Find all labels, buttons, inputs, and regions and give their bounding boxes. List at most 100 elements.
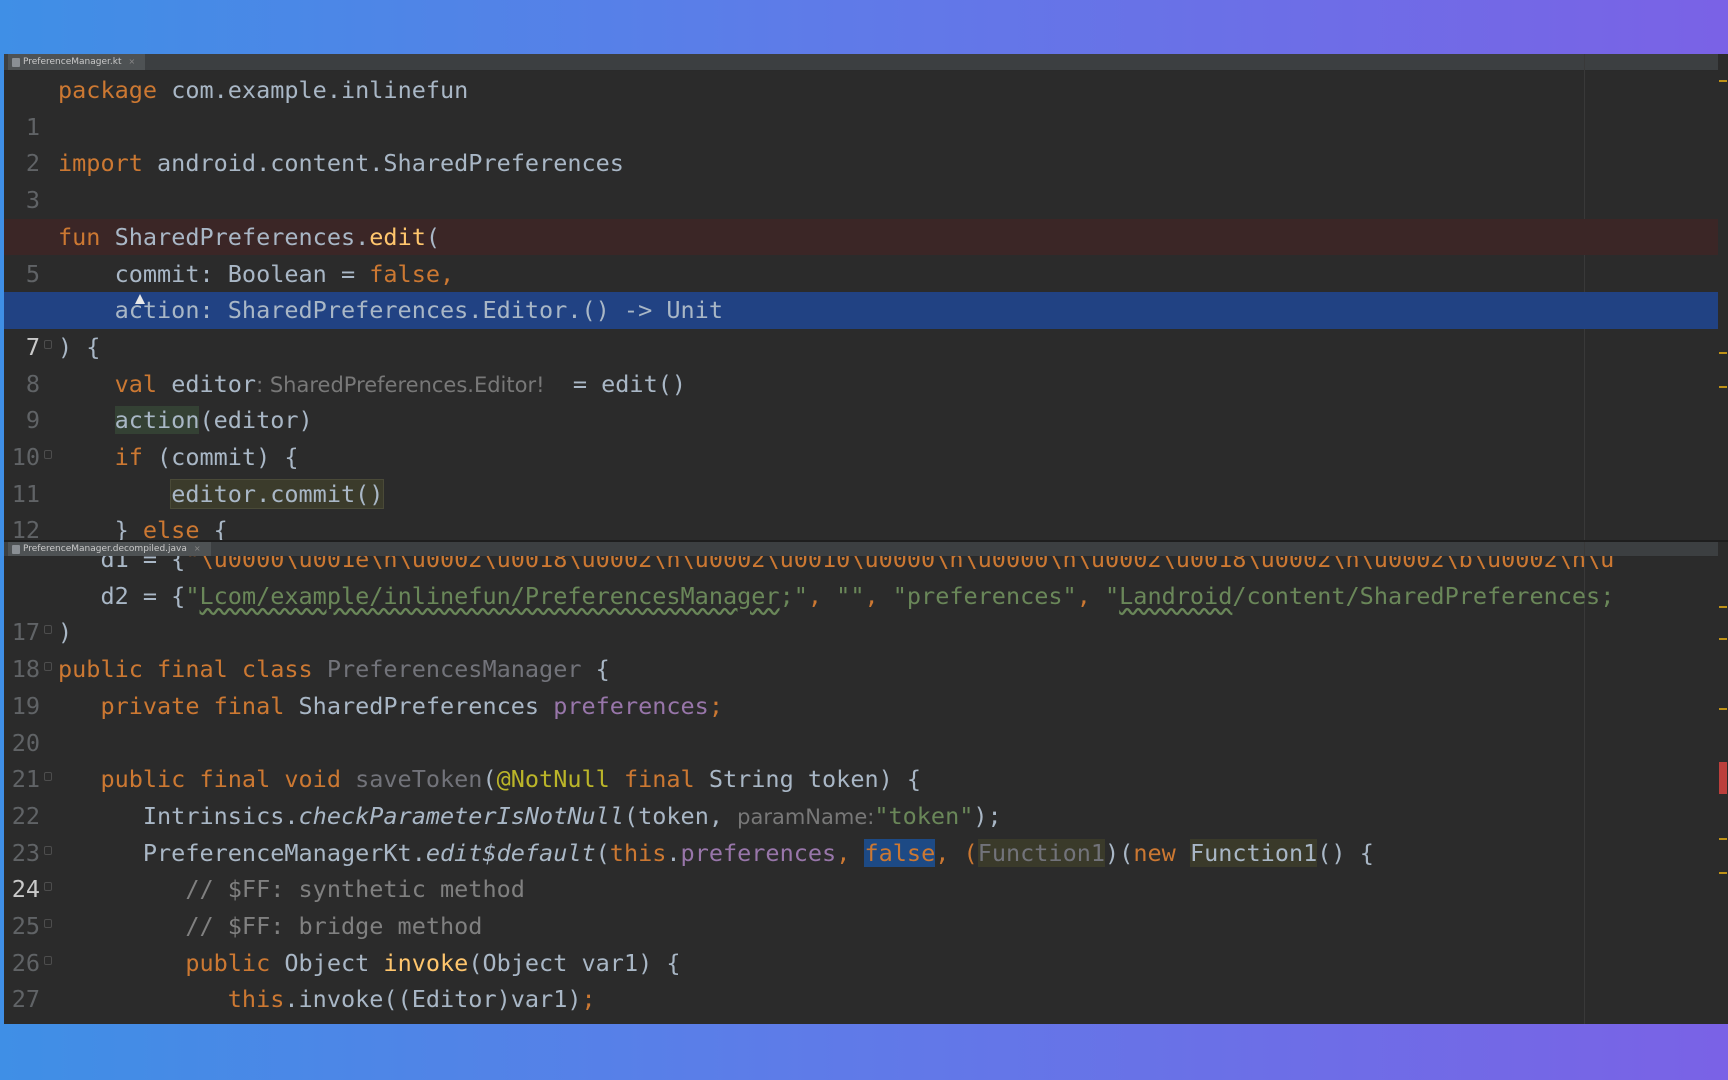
code-text: action(editor): [58, 402, 313, 439]
code-line: 20 private final SharedPreferences prefe…: [4, 688, 1728, 757]
error-stripe[interactable]: [1718, 542, 1728, 1024]
fold-icon[interactable]: [44, 625, 52, 635]
code-text: ) {: [58, 329, 100, 366]
warning-marker[interactable]: [1719, 606, 1727, 608]
warning-marker[interactable]: [1719, 708, 1727, 710]
fold-icon[interactable]: [44, 919, 52, 928]
tab-preference-manager-kt[interactable]: PreferenceManager.kt ×: [8, 54, 146, 70]
code-token: Object: [270, 948, 384, 977]
tab-label: PreferenceManager.kt: [23, 57, 122, 67]
fold-icon[interactable]: [44, 845, 52, 855]
highlighted-keyword: false: [864, 838, 936, 867]
code-text: val editor: SharedPreferences.Editor! = …: [58, 366, 686, 404]
warning-marker[interactable]: [1719, 838, 1727, 840]
fold-icon[interactable]: [44, 772, 52, 782]
mouse-cursor-icon: [135, 294, 145, 304]
code-token: SharedPreferences.: [100, 222, 370, 251]
fold-icon[interactable]: [44, 882, 52, 892]
code-line: 17 d2 = {"Lcom/example/inlinefun/Prefere…: [4, 578, 1728, 647]
error-stripe[interactable]: [1718, 54, 1728, 540]
code-text: d2 = {"Lcom/example/inlinefun/Preference…: [58, 578, 1614, 615]
code-line-current: 24 PreferenceManagerKt.edit$default(this…: [4, 835, 1728, 903]
type-hint: : SharedPreferences.Editor!: [256, 372, 545, 397]
code-line: 11 if (commit) {: [4, 439, 1728, 508]
fold-icon[interactable]: [44, 662, 52, 672]
warning-marker[interactable]: [1719, 638, 1727, 640]
code-line: 18 ): [4, 614, 1728, 683]
keyword: package: [58, 76, 158, 104]
code-token: .invoke((Editor)var1): [284, 985, 582, 1014]
fold-icon[interactable]: [44, 450, 52, 459]
code-token: d1 = {: [58, 545, 186, 573]
parameter-hint: paramName:: [737, 804, 875, 829]
warning-marker[interactable]: [1719, 352, 1727, 354]
code-token: ): [58, 618, 73, 647]
code-token: commit: Boolean =: [58, 259, 370, 288]
string-literal: "preferences": [892, 581, 1077, 610]
code-token: (: [482, 765, 497, 794]
code-text: ): [58, 614, 72, 651]
keyword: public final void: [58, 765, 341, 794]
string-literal: ": [185, 581, 200, 610]
code-line: 22 public final void saveToken(@NotNull …: [4, 761, 1728, 830]
keyword: public: [58, 948, 271, 977]
code-token: {: [199, 516, 228, 540]
keyword: import: [58, 149, 143, 178]
code-token: ;: [581, 985, 596, 1014]
ide-window: PreferenceManager.kt × 1 package com.exa…: [4, 54, 1728, 1024]
code-text: commit: Boolean = false,: [58, 256, 455, 293]
comment: // $FF: bridge method: [58, 912, 483, 940]
code-line: 23 Intrinsics.checkParameterIsNotNull(to…: [4, 798, 1728, 867]
code-text: public final void saveToken(@NotNull fin…: [58, 761, 921, 798]
code-token: , (: [935, 838, 978, 867]
annotation: @NotNull: [496, 765, 610, 794]
warning-marker[interactable]: [1719, 80, 1727, 82]
code-token: {: [581, 655, 610, 684]
code-token: );: [973, 801, 1002, 830]
java-editor-panel: PreferenceManager.decompiled.java × 16 d…: [4, 542, 1728, 1024]
code-token: ;: [708, 691, 723, 720]
close-icon[interactable]: ×: [128, 54, 135, 70]
kotlin-editor-tabbar: PreferenceManager.kt ×: [4, 54, 1728, 71]
code-token: PreferenceManagerKt.: [58, 838, 426, 867]
code-token: android.content.SharedPreferences: [142, 149, 624, 178]
code-text: } else {: [58, 512, 228, 540]
method-name: saveToken: [340, 765, 483, 794]
keyword: false: [369, 259, 441, 288]
function-name: edit: [369, 222, 426, 251]
code-token: )(: [1105, 838, 1134, 867]
code-text: import android.content.SharedPreferences: [58, 145, 624, 182]
code-token: (editor): [199, 406, 313, 435]
class-name: PreferencesManager: [312, 655, 582, 684]
code-token: = edit(): [544, 369, 687, 398]
code-token: }: [58, 516, 143, 540]
code-token: com.example.inlinefun: [157, 76, 469, 104]
string-literal: "token": [874, 801, 974, 830]
code-token: ,: [836, 838, 865, 867]
code-text: PreferenceManagerKt.edit$default(this.pr…: [58, 835, 1374, 872]
code-text: // $FF: bridge method: [58, 908, 482, 945]
fold-icon[interactable]: [44, 955, 52, 965]
code-line: 8 ) {: [4, 329, 1728, 398]
warning-marker[interactable]: [1719, 872, 1727, 874]
error-marker[interactable]: [1719, 762, 1727, 794]
code-token: (commit) {: [142, 443, 299, 471]
cast-type: Function1: [977, 838, 1106, 867]
kotlin-file-icon: [12, 57, 20, 67]
code-line: 25 // $FF: synthetic method: [4, 871, 1728, 940]
fold-icon[interactable]: [44, 339, 52, 349]
code-text: package com.example.inlinefun: [58, 72, 468, 109]
code-text: editor.commit(): [58, 476, 385, 513]
code-line-selected: 7 action: SharedPreferences.Editor.() ->…: [4, 292, 1728, 361]
code-token: (: [595, 838, 610, 867]
string-literal: Lcom/example/inlinefun/PreferencesManage…: [199, 581, 780, 610]
code-line: 26 // $FF: bridge method: [4, 908, 1728, 977]
warning-marker[interactable]: [1719, 386, 1727, 388]
string-literal: /content/SharedPreferences;: [1232, 581, 1615, 610]
code-text: action: SharedPreferences.Editor.() -> U…: [58, 292, 723, 329]
string-literal: "\u0000\u001e\n\u0002\u0018\u0002\n\u000…: [185, 545, 1615, 573]
code-token: (Object var1) {: [468, 948, 681, 977]
java-code-area[interactable]: 16 d1 = {"\u0000\u001e\n\u0002\u0018\u00…: [4, 542, 1728, 1024]
kotlin-code-area[interactable]: 1 package com.example.inlinefun 2 3 impo…: [4, 72, 1728, 540]
